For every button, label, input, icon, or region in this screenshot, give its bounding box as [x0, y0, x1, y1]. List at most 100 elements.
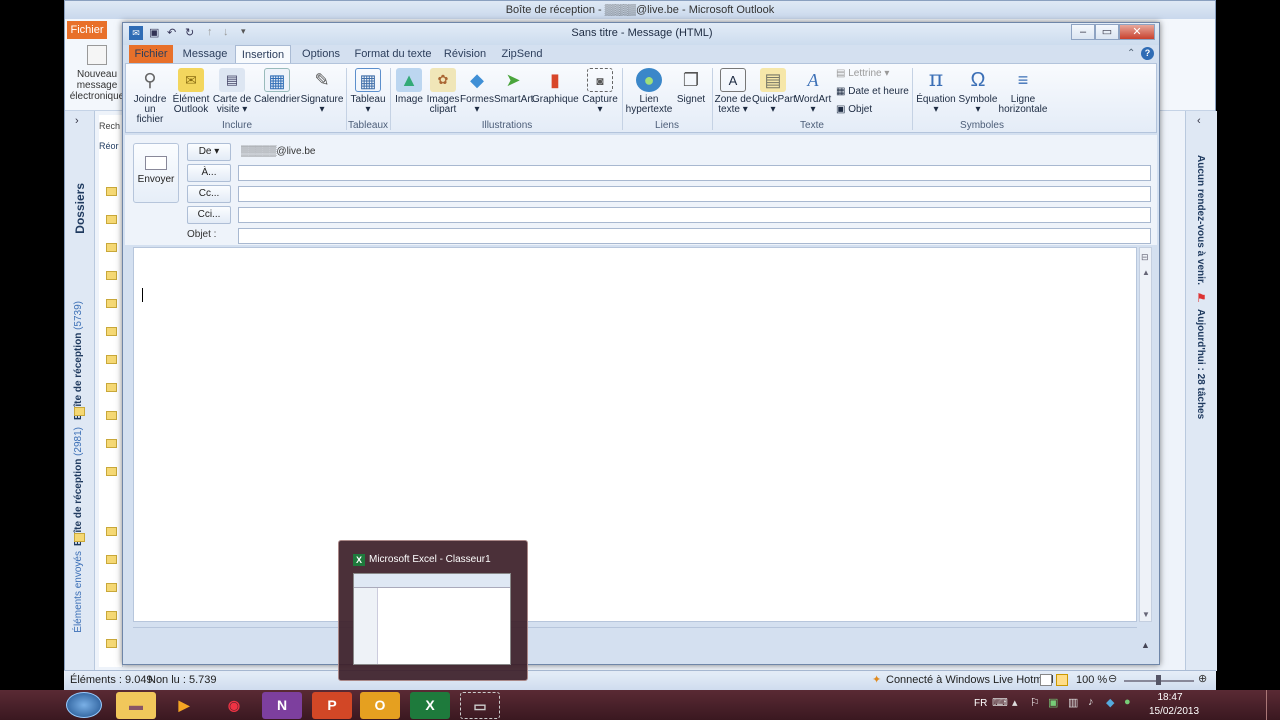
status-connection[interactable]: Connecté à Windows Live Hotmail [886, 674, 1054, 686]
help-icon[interactable]: ? [1141, 47, 1154, 60]
symbol-button[interactable]: Ω Symbole ▾ [958, 66, 998, 116]
subject-label: Objet : [187, 229, 217, 240]
hyperlink-button[interactable]: ● Lien hypertexte [624, 66, 674, 116]
expand-people-pane-icon[interactable]: ▲ [1141, 640, 1150, 650]
normal-view-icon[interactable] [1040, 674, 1052, 686]
search-box[interactable]: Rech [99, 121, 123, 131]
clock-time[interactable]: 18:47 [1146, 692, 1194, 703]
onenote-icon[interactable]: N [262, 692, 302, 719]
cci-button[interactable]: Cci... [187, 206, 231, 224]
send-button[interactable]: Envoyer [133, 143, 179, 203]
tab-revision[interactable]: Révision [439, 45, 491, 63]
people-pane-divider[interactable] [133, 627, 1137, 637]
excel-taskbar-thumbnail[interactable]: X Microsoft Excel - Classeur1 [338, 540, 528, 681]
dropcap-button[interactable]: ▤ Lettrine ▾ [836, 66, 889, 82]
image-button[interactable]: ▲ Image [392, 66, 426, 116]
wordart-button[interactable]: A WordArt ▾ [794, 66, 832, 116]
quickpart-button[interactable]: ▤ QuickPart ▾ [752, 66, 796, 116]
screenshot-button[interactable]: ◙ Capture ▾ [580, 66, 620, 116]
from-button[interactable]: De ▾ [187, 143, 231, 161]
scroll-up-icon[interactable]: ▲ [1142, 268, 1150, 277]
smartart-button[interactable]: ➤ SmartArt [494, 66, 533, 116]
tab-format-text[interactable]: Format du texte [353, 45, 433, 63]
from-value: ▒▒▒▒▒@live.be [241, 146, 316, 157]
calendar-button[interactable]: ▦ Calendrier [254, 66, 300, 116]
horizontal-line-label: Ligne horizontale [998, 94, 1048, 115]
clock-date[interactable]: 15/02/2013 [1146, 706, 1202, 717]
zoom-slider-thumb[interactable] [1156, 675, 1161, 685]
language-indicator[interactable]: FR [974, 698, 987, 709]
collapse-nav-icon[interactable]: › [75, 115, 79, 127]
to-button[interactable]: À... [187, 164, 231, 182]
arrange-header[interactable]: Réor [99, 141, 119, 151]
explorer-icon[interactable]: ▬ [116, 692, 156, 719]
textbox-button[interactable]: A Zone de texte ▾ [714, 66, 752, 116]
nav-inbox[interactable]: Boîte de réception (5739) [73, 301, 84, 420]
volume-icon[interactable]: ♪ [1088, 696, 1094, 708]
outlook-taskbar-icon[interactable]: O [360, 692, 400, 719]
to-field[interactable] [238, 165, 1151, 181]
chart-button[interactable]: ▮ Graphique [532, 66, 579, 116]
expand-todo-icon[interactable]: ‹ [1197, 115, 1201, 127]
app-tray-icon[interactable]: ▣ [1048, 696, 1058, 709]
tab-fichier[interactable]: Fichier [129, 45, 173, 63]
outlook-item-label: Élément Outlook [172, 94, 210, 115]
bookmark-button[interactable]: ❐ Signet [674, 66, 708, 116]
excel-taskbar-icon[interactable]: X [410, 692, 450, 719]
minimize-ribbon-icon[interactable]: ⌃ [1127, 48, 1135, 59]
nav-sent[interactable]: Éléments envoyés [73, 551, 84, 633]
business-card-button[interactable]: ▤ Carte de visite ▾ [212, 66, 252, 116]
message-body[interactable] [133, 247, 1137, 622]
attach-file-button[interactable]: ⚲ Joindre un fichier [130, 66, 170, 125]
nav-inbox-2[interactable]: Boîte de réception (2981) [73, 427, 84, 546]
cc-button[interactable]: Cc... [187, 185, 231, 203]
tab-options[interactable]: Options [297, 45, 345, 63]
excel-preview [353, 573, 511, 665]
dropbox-icon[interactable]: ◆ [1106, 696, 1114, 709]
snipping-tool-icon[interactable]: ▭ [460, 692, 500, 719]
date-time-icon: ▦ [836, 86, 849, 97]
horizontal-line-button[interactable]: ≡ Ligne horizontale [998, 66, 1048, 116]
outlook-item-button[interactable]: ✉ Élément Outlook [172, 66, 210, 116]
keyboard-icon[interactable]: ⌨ [992, 696, 1008, 709]
new-email-button[interactable]: Nouveau message électronique [69, 45, 125, 105]
show-desktop-button[interactable] [1266, 690, 1280, 720]
object-button[interactable]: ▣ Objet [836, 102, 872, 118]
tab-message[interactable]: Message [179, 45, 231, 63]
action-center-flag-icon[interactable]: ⚐ [1030, 696, 1040, 709]
chrome-icon[interactable]: ◉ [214, 692, 254, 719]
group-symboles: Symboles [960, 120, 1004, 131]
cci-field[interactable] [238, 207, 1151, 223]
zoom-in-icon[interactable]: ⊕ [1198, 672, 1207, 685]
subject-field[interactable] [238, 228, 1151, 244]
close-button[interactable]: ✕ [1119, 24, 1155, 40]
vertical-scrollbar[interactable]: ⊟ ▲ ▼ [1139, 247, 1152, 622]
show-hidden-icons[interactable]: ▴ [1012, 696, 1018, 709]
network-icon[interactable]: ▥ [1068, 696, 1078, 709]
tab-zipsend[interactable]: ZipSend [497, 45, 547, 63]
powerpoint-icon[interactable]: P [312, 692, 352, 719]
tab-insertion[interactable]: Insertion [235, 45, 291, 63]
clipart-button[interactable]: ✿ Images clipart [426, 66, 460, 116]
outlook-file-tab[interactable]: Fichier [67, 21, 107, 39]
ruler-icon[interactable]: ⊟ [1141, 252, 1149, 263]
tray-status-icon[interactable]: ● [1124, 696, 1131, 708]
cc-field[interactable] [238, 186, 1151, 202]
signature-button[interactable]: ✎ Signature ▾ [300, 66, 344, 116]
maximize-button[interactable]: ▭ [1095, 24, 1119, 40]
table-button[interactable]: ▦ Tableau ▾ [348, 66, 388, 116]
date-time-button[interactable]: ▦ Date et heure [836, 84, 909, 100]
scroll-down-icon[interactable]: ▼ [1142, 610, 1150, 619]
minimize-button[interactable]: – [1071, 24, 1095, 40]
equation-button[interactable]: π Équation ▾ [914, 66, 958, 116]
mail-icon [106, 439, 117, 448]
equation-label: Équation [916, 94, 956, 105]
zoom-out-icon[interactable]: ⊖ [1108, 672, 1117, 685]
reading-view-icon[interactable] [1056, 674, 1068, 686]
media-player-icon[interactable]: ▶ [164, 692, 204, 719]
start-button[interactable] [66, 692, 102, 718]
nav-dossiers[interactable]: Dossiers [73, 183, 87, 234]
zoom-level[interactable]: 100 % [1076, 674, 1107, 686]
shapes-button[interactable]: ◆ Formes ▾ [460, 66, 494, 116]
shapes-icon: ◆ [470, 70, 484, 90]
